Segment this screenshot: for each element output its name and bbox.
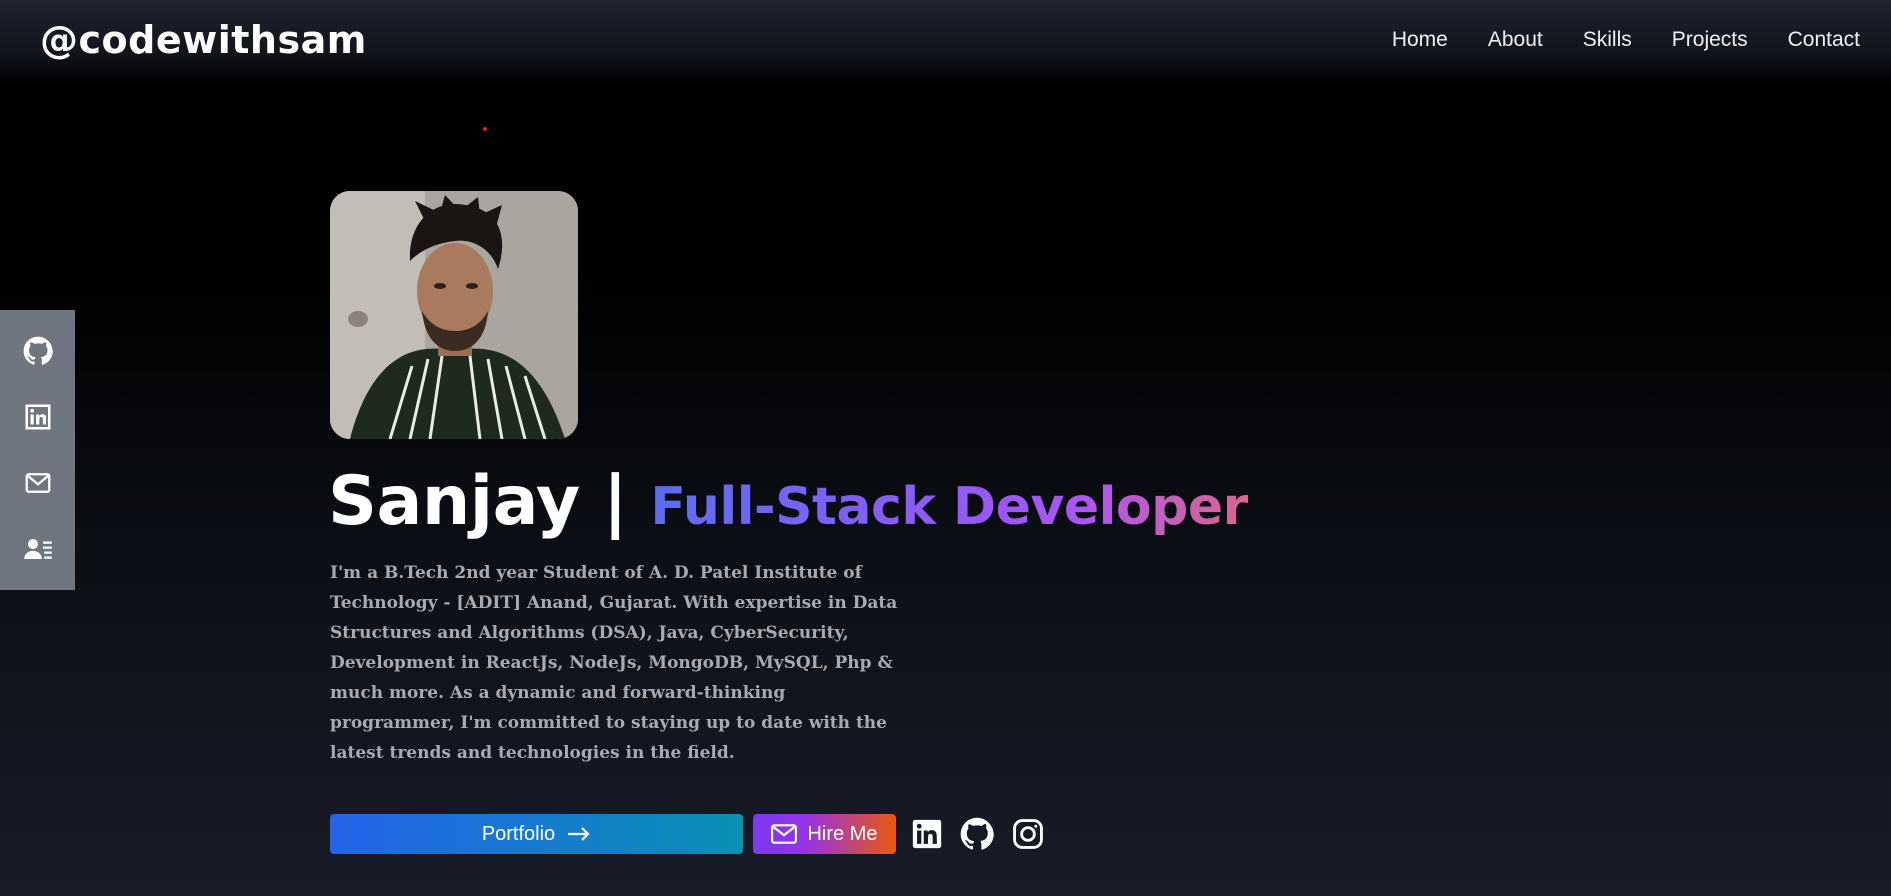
profile-photo xyxy=(330,191,578,439)
nav-link-skills[interactable]: Skills xyxy=(1583,28,1632,52)
hero-separator: | xyxy=(602,462,628,541)
sidebar-mail-link[interactable] xyxy=(16,461,60,505)
instagram-icon xyxy=(1013,819,1043,849)
nav-menu: Home About Skills Projects Contact xyxy=(1392,28,1860,52)
hero-headline: Sanjay | Full-Stack Developer xyxy=(328,462,1248,541)
sidebar-resume-link[interactable] xyxy=(16,527,60,571)
github-icon xyxy=(960,817,994,850)
resume-icon xyxy=(23,539,52,559)
nav-link-about[interactable]: About xyxy=(1488,28,1543,52)
instagram-social-link[interactable] xyxy=(1010,816,1046,852)
mail-icon xyxy=(771,824,798,844)
nav-link-projects[interactable]: Projects xyxy=(1672,28,1748,52)
hero-name: Sanjay xyxy=(328,462,580,541)
github-social-link[interactable] xyxy=(959,816,995,852)
linkedin-icon xyxy=(25,404,50,430)
nav-link-home[interactable]: Home xyxy=(1392,28,1448,52)
hero-bio: I'm a B.Tech 2nd year Student of A. D. P… xyxy=(330,563,898,763)
hero-role: Full-Stack Developer xyxy=(650,477,1248,537)
profile-photo-illustration xyxy=(330,191,578,439)
portfolio-button-label: Portfolio xyxy=(481,822,556,845)
portfolio-button[interactable]: Portfolio xyxy=(330,814,743,854)
arrow-right-icon xyxy=(568,827,590,841)
cursor-dot xyxy=(483,127,487,131)
github-icon xyxy=(23,336,53,365)
linkedin-social-link[interactable] xyxy=(909,816,945,852)
navbar: @codewithsam Home About Skills Projects … xyxy=(0,0,1891,84)
nav-link-contact[interactable]: Contact xyxy=(1788,28,1860,52)
linkedin-icon xyxy=(912,819,942,849)
brand-logo[interactable]: @codewithsam xyxy=(40,18,367,62)
sidebar-github-link[interactable] xyxy=(16,329,60,373)
sidebar-linkedin-link[interactable] xyxy=(16,395,60,439)
mail-icon xyxy=(25,473,50,493)
social-sidebar xyxy=(0,310,75,590)
hire-me-button[interactable]: Hire Me xyxy=(753,814,896,854)
hire-me-button-label: Hire Me xyxy=(807,822,878,845)
